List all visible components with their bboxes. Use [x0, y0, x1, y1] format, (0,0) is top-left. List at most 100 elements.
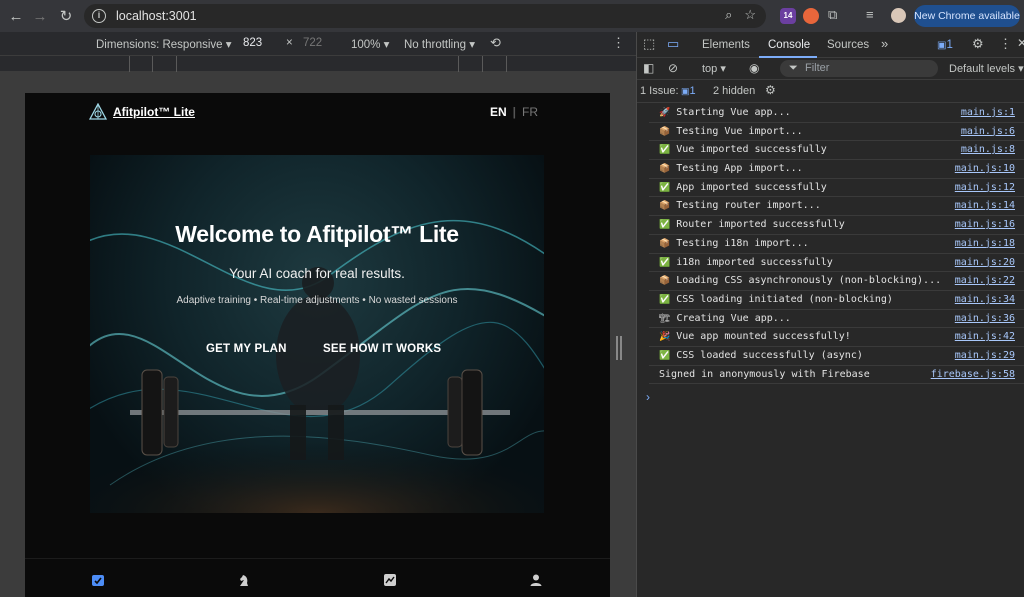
console-source-link[interactable]: main.js:20 — [955, 257, 1015, 268]
tab-elements[interactable]: Elements — [702, 39, 750, 51]
get-my-plan-button[interactable]: GET MY PLAN — [206, 343, 287, 355]
check-icon: ✅ — [659, 145, 671, 156]
console-source-link[interactable]: main.js:18 — [955, 238, 1015, 249]
height-input[interactable]: 722 — [303, 37, 322, 49]
live-expression-eye-icon[interactable]: ◉ — [749, 61, 759, 75]
console-source-link[interactable]: main.js:14 — [955, 200, 1015, 211]
throttling-label: No throttling — [404, 39, 467, 51]
reload-icon[interactable]: ↻ — [53, 3, 79, 29]
calendar-check-icon[interactable] — [91, 573, 105, 587]
lang-en-link[interactable]: EN — [490, 105, 507, 119]
forward-arrow-icon[interactable]: → — [27, 3, 53, 29]
console-source-link[interactable]: main.js:16 — [955, 219, 1015, 230]
filter-input[interactable] — [780, 60, 938, 77]
devtools-panel: ⬚ ▭ Elements Console Sources » ▣1 ⚙ ⋮ ✕ … — [637, 32, 1024, 597]
extensions-puzzle-icon[interactable]: ⧉ — [828, 7, 837, 23]
issues-link[interactable]: ▣1 — [681, 85, 696, 97]
console-source-link[interactable]: main.js:6 — [961, 126, 1015, 137]
check-icon: ✅ — [659, 220, 671, 231]
zoom-label: 100% — [351, 39, 381, 51]
device-toggle-icon[interactable]: ▭ — [667, 36, 679, 52]
settings-gear-icon[interactable]: ⚙ — [972, 36, 984, 52]
chess-knight-icon[interactable] — [237, 573, 251, 587]
context-dropdown[interactable]: top ▾ — [702, 62, 726, 75]
console-log-row: ✅ App imported successfully main.js:12 — [649, 179, 1024, 198]
zoom-dropdown[interactable]: 100% ▾ — [351, 37, 389, 51]
console-source-link[interactable]: firebase.js:58 — [931, 369, 1015, 380]
console-source-link[interactable]: main.js:8 — [961, 144, 1015, 155]
console-log-text: Testing App import... — [676, 163, 803, 175]
hidden-count: 2 hidden — [713, 85, 756, 97]
clear-console-icon[interactable]: ⊘ — [668, 61, 678, 75]
console-source-link[interactable]: main.js:42 — [955, 331, 1015, 342]
console-source-link[interactable]: main.js:34 — [955, 294, 1015, 305]
url-text[interactable]: localhost:3001 — [116, 9, 197, 23]
sidebar-toggle-icon[interactable]: ◧ — [643, 61, 654, 75]
tab-sources[interactable]: Sources — [827, 39, 869, 51]
rotate-icon[interactable]: ⟲ — [490, 35, 501, 51]
package-icon: 📦 — [659, 201, 671, 212]
update-chrome-button[interactable]: New Chrome available — [914, 5, 1020, 27]
console-source-link[interactable]: main.js:29 — [955, 350, 1015, 361]
console-source-link[interactable]: main.js:12 — [955, 182, 1015, 193]
see-how-it-works-button[interactable]: SEE HOW IT WORKS — [323, 343, 441, 355]
console-log-row: 🏗 Creating Vue app... main.js:36 — [649, 310, 1024, 329]
progress-chart-icon[interactable] — [383, 573, 397, 587]
console-log-message: 📦 Testing Vue import... — [659, 126, 803, 137]
console-source-link[interactable]: main.js:22 — [955, 275, 1015, 286]
console-source-link[interactable]: main.js:1 — [961, 107, 1015, 118]
issues-bar: 1 Issue: ▣1 2 hidden ⚙ — [637, 80, 1024, 103]
console-log-message: ✅ Vue imported successfully — [659, 144, 827, 155]
console-log-row: ✅ i18n imported successfully main.js:20 — [649, 254, 1024, 273]
site-info-icon[interactable]: i — [92, 9, 106, 23]
check-icon: ✅ — [659, 350, 671, 361]
close-devtools-icon[interactable]: ✕ — [1017, 36, 1024, 50]
check-icon: ✅ — [659, 294, 671, 305]
hero-subtitle: Your AI coach for real results. — [229, 266, 405, 281]
reading-list-icon[interactable]: ≡ — [866, 7, 874, 22]
package-icon: 📦 — [659, 126, 671, 137]
package-icon: 📦 — [659, 164, 671, 175]
zoom-search-icon[interactable]: ⌕ — [725, 7, 732, 23]
extension-badge-icon[interactable]: 14 — [780, 8, 796, 24]
devtools-more-icon[interactable]: ⋮ — [999, 36, 1012, 52]
back-arrow-icon[interactable]: ← — [3, 3, 29, 29]
console-log-text: Vue app mounted successfully! — [676, 331, 851, 343]
viewport-resize-handle[interactable] — [616, 336, 622, 360]
more-tabs-icon[interactable]: » — [881, 36, 888, 51]
console-prompt[interactable]: › — [646, 390, 650, 404]
console-log-text: CSS loaded successfully (async) — [676, 349, 863, 361]
console-log-text: Creating Vue app... — [676, 312, 791, 324]
bookmark-star-icon[interactable]: ☆ — [744, 7, 756, 23]
media-query-ruler[interactable] — [0, 56, 636, 72]
console-log-message: 📦 Loading CSS asynchronously (non-blockin… — [659, 275, 941, 286]
address-bar[interactable]: i localhost:3001 ⌕ ☆ — [84, 4, 766, 28]
brand[interactable]: Afitpilot™ Lite — [89, 103, 195, 121]
lang-fr-link[interactable]: FR — [522, 105, 538, 119]
construction-icon: 🏗 — [659, 313, 671, 324]
console-log-message: ✅ Router imported successfully — [659, 219, 845, 230]
profile-user-icon[interactable] — [529, 573, 543, 587]
extension-orange-icon[interactable] — [803, 8, 819, 24]
console-source-link[interactable]: main.js:36 — [955, 313, 1015, 324]
dimensions-dropdown[interactable]: Dimensions: Responsive ▾ — [96, 37, 232, 51]
profile-avatar[interactable] — [891, 8, 906, 23]
device-toolbar: Dimensions: Responsive ▾ 823 × 722 100% … — [0, 32, 636, 56]
inspect-element-icon[interactable]: ⬚ — [643, 36, 655, 52]
console-log-text: Testing Vue import... — [676, 125, 803, 137]
console-log-row: ✅ CSS loading initiated (non-blocking) mai… — [649, 291, 1024, 310]
console-source-link[interactable]: main.js:10 — [955, 163, 1015, 174]
device-more-icon[interactable]: ⋮ — [612, 35, 625, 51]
tab-console[interactable]: Console — [768, 39, 810, 51]
console-settings-gear-icon[interactable]: ⚙ — [765, 83, 776, 97]
hero-banner: Welcome to Afitpilot™ Lite Your AI coach… — [90, 155, 544, 513]
log-levels-dropdown[interactable]: Default levels ▾ — [949, 62, 1024, 75]
width-input[interactable]: 823 — [243, 37, 262, 49]
throttling-dropdown[interactable]: No throttling ▾ — [404, 37, 475, 51]
console-log-row: 📦 Testing router import... main.js:14 — [649, 197, 1024, 217]
console-log-text: Testing i18n import... — [676, 237, 809, 249]
bottom-nav — [25, 558, 610, 597]
console-log-message: 🚀 Starting Vue app... — [659, 107, 791, 118]
issues-counter[interactable]: ▣1 — [937, 39, 953, 51]
console-log-message: ✅ CSS loading initiated (non-blocking) — [659, 294, 893, 305]
